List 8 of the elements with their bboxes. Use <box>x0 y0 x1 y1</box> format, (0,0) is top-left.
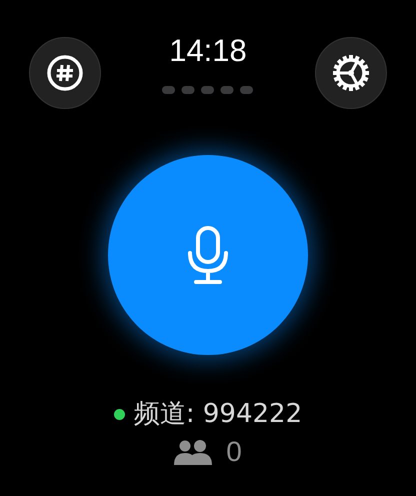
member-count: 0 <box>226 437 242 467</box>
hash-circle-icon <box>46 54 84 92</box>
channel-label: 频道: 994222 <box>134 399 302 429</box>
talk-button[interactable] <box>108 155 308 355</box>
settings-icon <box>331 53 371 93</box>
people-icon <box>174 439 212 465</box>
microphone-icon <box>186 225 230 285</box>
clock-time: 14:18 <box>169 35 247 67</box>
